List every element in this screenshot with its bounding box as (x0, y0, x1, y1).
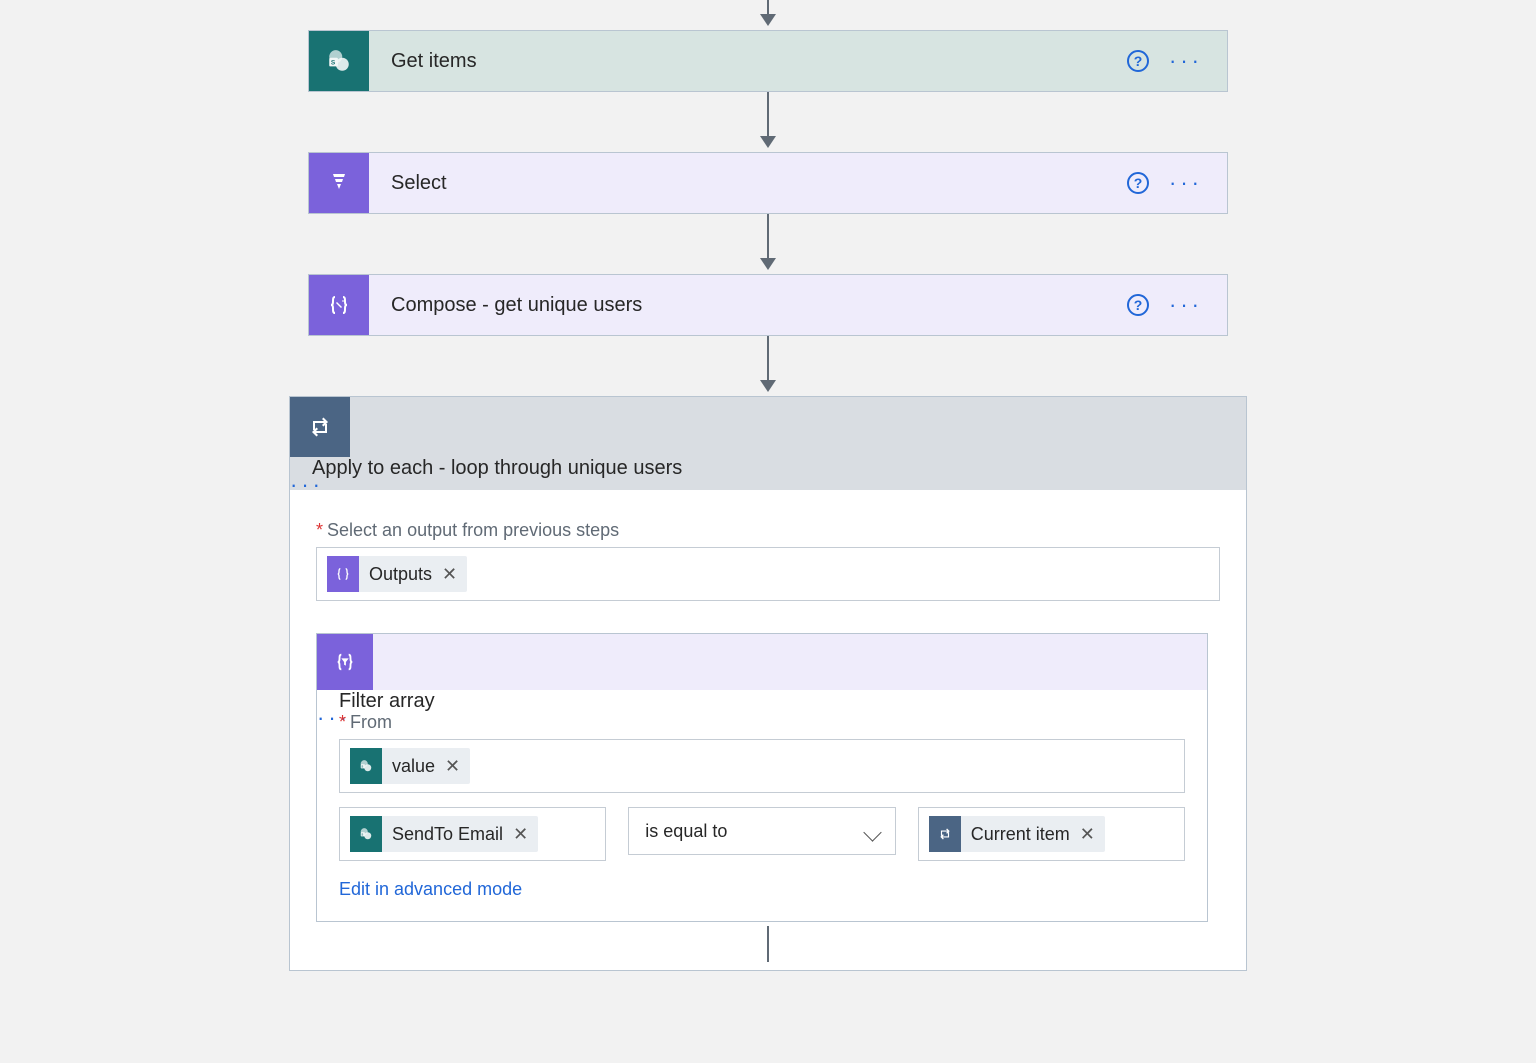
svg-text:S: S (361, 832, 363, 836)
help-icon[interactable]: ? (1127, 172, 1149, 194)
svg-text:S: S (361, 764, 363, 768)
edit-advanced-mode-link[interactable]: Edit in advanced mode (339, 879, 522, 900)
compose-token-icon (327, 556, 359, 592)
token-remove-icon[interactable]: ✕ (1080, 824, 1095, 845)
output-picker-input[interactable]: Outputs ✕ (316, 547, 1220, 601)
token-label: SendTo Email (392, 824, 503, 845)
token-label: value (392, 756, 435, 777)
step-get-items[interactable]: S Get items ? ··· (308, 30, 1228, 92)
svg-text:S: S (331, 59, 336, 66)
filter-condition-row: S SendTo Email ✕ is equal to (339, 807, 1185, 861)
token-remove-icon[interactable]: ✕ (445, 756, 460, 777)
sharepoint-icon: S (309, 31, 369, 91)
operator-value: is equal to (645, 821, 727, 842)
more-icon[interactable]: ··· (1169, 300, 1203, 310)
data-op-filter-icon (317, 634, 373, 690)
sharepoint-token-icon: S (350, 816, 382, 852)
flow-arrow (767, 0, 769, 22)
condition-right-input[interactable]: Current item ✕ (918, 807, 1185, 861)
token-current-item[interactable]: Current item ✕ (929, 816, 1105, 852)
token-value[interactable]: S value ✕ (350, 748, 470, 784)
help-icon[interactable]: ? (1127, 294, 1149, 316)
apply-to-each-header[interactable]: Apply to each - loop through unique user… (290, 397, 1246, 490)
step-title: Compose - get unique users (369, 294, 1127, 317)
data-op-compose-icon (309, 275, 369, 335)
step-title: Select (369, 172, 1127, 195)
token-remove-icon[interactable]: ✕ (513, 824, 528, 845)
loop-icon (290, 397, 350, 457)
flow-arrow (767, 926, 769, 962)
flow-arrow (767, 92, 769, 144)
token-label: Outputs (369, 564, 432, 585)
data-op-select-icon (309, 153, 369, 213)
more-icon[interactable]: ··· (1169, 56, 1203, 66)
filter-array-header[interactable]: Filter array ··· (317, 634, 1207, 690)
step-apply-to-each: Apply to each - loop through unique user… (289, 396, 1247, 971)
flow-arrow (767, 336, 769, 388)
step-select[interactable]: Select ? ··· (308, 152, 1228, 214)
from-input[interactable]: S value ✕ (339, 739, 1185, 793)
operator-select[interactable]: is equal to (628, 807, 895, 855)
step-compose[interactable]: Compose - get unique users ? ··· (308, 274, 1228, 336)
loop-token-icon (929, 816, 961, 852)
field-label: *From (339, 712, 1185, 733)
condition-left-input[interactable]: S SendTo Email ✕ (339, 807, 606, 861)
field-label: *Select an output from previous steps (316, 520, 1220, 541)
step-title: Get items (369, 50, 1127, 73)
more-icon[interactable]: ··· (290, 480, 324, 490)
step-title: Apply to each - loop through unique user… (290, 457, 1246, 480)
token-outputs[interactable]: Outputs ✕ (327, 556, 467, 592)
token-remove-icon[interactable]: ✕ (442, 564, 457, 585)
step-filter-array: Filter array ··· *From S (316, 633, 1208, 922)
sharepoint-token-icon: S (350, 748, 382, 784)
more-icon[interactable]: ··· (1169, 178, 1203, 188)
token-sendto-email[interactable]: S SendTo Email ✕ (350, 816, 538, 852)
token-label: Current item (971, 824, 1070, 845)
help-icon[interactable]: ? (1127, 50, 1149, 72)
flow-arrow (767, 214, 769, 266)
